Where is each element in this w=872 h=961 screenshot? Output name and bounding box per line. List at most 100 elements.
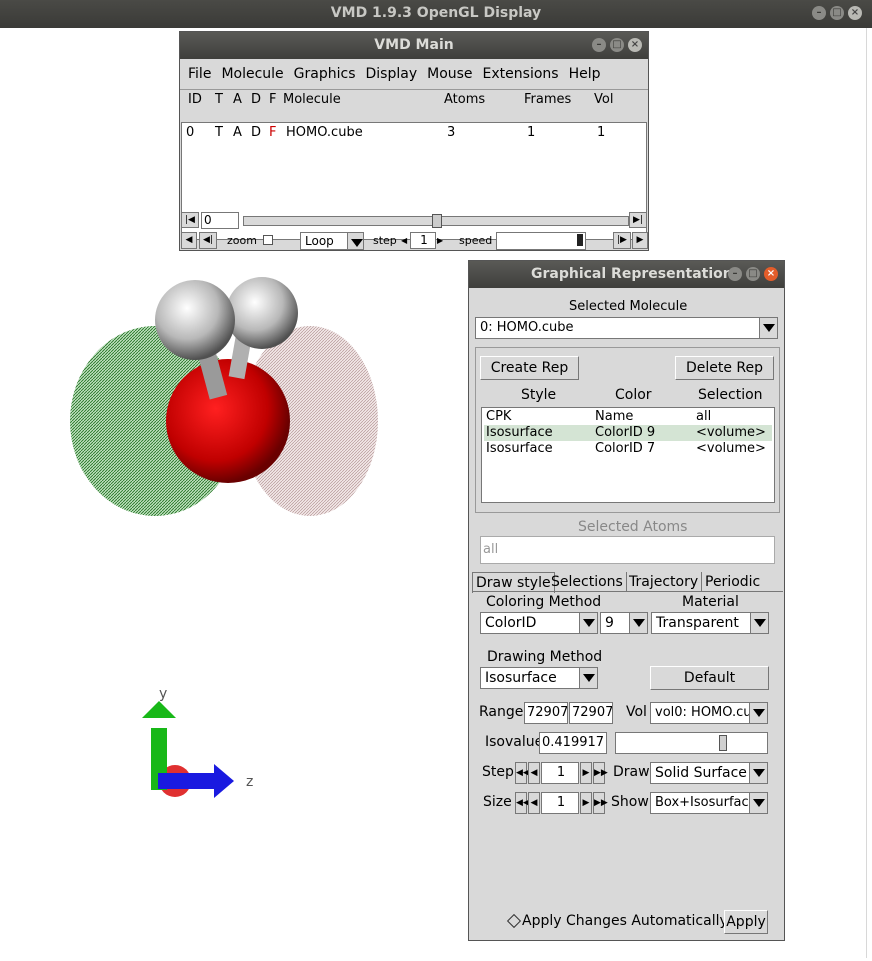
mol-top[interactable]: T bbox=[215, 125, 223, 140]
rep-style: Isosurface bbox=[486, 441, 553, 456]
tab-trajectory[interactable]: Trajectory bbox=[626, 572, 703, 592]
isovalue-input[interactable]: 0.419917 bbox=[539, 732, 607, 754]
size-forward-icon[interactable]: ▶ bbox=[580, 792, 592, 814]
show-value: Box+Isosurface bbox=[655, 795, 757, 810]
size-fast-forward-icon[interactable]: ▶▶ bbox=[593, 792, 608, 814]
apply-button[interactable]: Apply bbox=[724, 910, 768, 934]
rep-row-selected[interactable]: Isosurface ColorID 9 <volume> bbox=[484, 425, 772, 441]
step-fast-back-icon[interactable]: ◀◀ bbox=[515, 762, 530, 784]
step-forward-icon[interactable]: ▶ bbox=[580, 762, 592, 784]
main-titlebar[interactable]: VMD Main – □ × bbox=[180, 32, 648, 59]
color-id-dropdown[interactable]: 9 bbox=[600, 612, 648, 634]
maximize-icon[interactable]: □ bbox=[830, 6, 844, 20]
delete-rep-button[interactable]: Delete Rep bbox=[675, 356, 774, 380]
play-reverse-icon[interactable]: ◀| bbox=[199, 232, 217, 249]
coloring-method-dropdown[interactable]: ColorID bbox=[480, 612, 598, 634]
col-id[interactable]: ID bbox=[188, 92, 202, 107]
vol-label: Vol bbox=[626, 704, 647, 720]
minimize-icon[interactable]: – bbox=[812, 6, 826, 20]
goto-start-icon[interactable]: |◀ bbox=[181, 212, 199, 228]
vol-dropdown[interactable]: vol0: HOMO.cu bbox=[650, 702, 768, 724]
step-back-icon[interactable]: ◀ bbox=[181, 232, 197, 249]
rep-list[interactable]: CPK Name all Isosurface ColorID 9 <volum… bbox=[481, 407, 775, 503]
menu-graphics[interactable]: Graphics bbox=[294, 66, 356, 82]
step-fast-forward-icon[interactable]: ▶▶ bbox=[593, 762, 608, 784]
col-d[interactable]: D bbox=[251, 92, 261, 107]
range-min-input[interactable]: 72907 bbox=[524, 702, 568, 724]
isovalue-slider[interactable] bbox=[615, 732, 768, 754]
menu-help[interactable]: Help bbox=[569, 66, 601, 82]
table-row[interactable]: 0 T A D F HOMO.cube 3 1 1 bbox=[182, 123, 646, 141]
menu-extensions[interactable]: Extensions bbox=[483, 66, 559, 82]
default-button[interactable]: Default bbox=[650, 666, 769, 690]
col-vol[interactable]: Vol bbox=[594, 92, 613, 107]
create-rep-button[interactable]: Create Rep bbox=[480, 356, 579, 380]
rep-title: Graphical Representations bbox=[531, 266, 742, 282]
step-decrement-icon[interactable]: ◀ bbox=[401, 232, 409, 249]
step-input[interactable]: 1 bbox=[541, 762, 579, 784]
size-back-icon[interactable]: ◀ bbox=[528, 792, 540, 814]
menu-molecule[interactable]: Molecule bbox=[221, 66, 283, 82]
coloring-method-value: ColorID bbox=[485, 615, 537, 631]
step-input[interactable]: 1 bbox=[410, 232, 436, 249]
step-label: Step bbox=[482, 764, 514, 780]
zoom-checkbox[interactable] bbox=[263, 235, 273, 245]
step-forward-icon[interactable]: ▶ bbox=[632, 232, 648, 249]
col-f[interactable]: F bbox=[269, 92, 276, 107]
loop-dropdown[interactable]: Loop bbox=[300, 232, 364, 250]
mol-fixed[interactable]: F bbox=[269, 125, 276, 140]
apply-auto-label[interactable]: Apply Changes Automatically bbox=[522, 913, 728, 929]
size-input[interactable]: 1 bbox=[541, 792, 579, 814]
size-fast-back-icon[interactable]: ◀◀ bbox=[515, 792, 530, 814]
drawing-method-dropdown[interactable]: Isosurface bbox=[480, 667, 598, 689]
selected-molecule-dropdown[interactable]: 0: HOMO.cube bbox=[475, 317, 778, 339]
col-molecule[interactable]: Molecule bbox=[283, 92, 341, 107]
step-back-icon[interactable]: ◀ bbox=[528, 762, 540, 784]
main-title: VMD Main bbox=[374, 37, 454, 53]
step-increment-icon[interactable]: ▶ bbox=[437, 232, 445, 249]
col-frames[interactable]: Frames bbox=[524, 92, 571, 107]
goto-end-icon[interactable]: ▶| bbox=[629, 212, 647, 228]
mol-id: 0 bbox=[186, 125, 195, 140]
col-t[interactable]: T bbox=[215, 92, 223, 107]
vol-value: vol0: HOMO.cu bbox=[655, 705, 752, 720]
mol-active[interactable]: A bbox=[233, 125, 242, 140]
apply-auto-radio[interactable] bbox=[506, 913, 522, 929]
mol-atoms: 3 bbox=[447, 125, 456, 140]
mol-drawn[interactable]: D bbox=[251, 125, 261, 140]
frame-slider[interactable] bbox=[243, 214, 629, 228]
close-icon[interactable]: × bbox=[764, 267, 778, 281]
selected-atoms-input[interactable]: all bbox=[480, 536, 775, 564]
isovalue-slider-handle[interactable] bbox=[719, 735, 727, 751]
material-dropdown[interactable]: Transparent bbox=[651, 612, 769, 634]
gl-window-titlebar[interactable]: VMD 1.9.3 OpenGL Display – □ × bbox=[0, 0, 872, 28]
frame-slider-handle[interactable] bbox=[432, 214, 442, 228]
show-dropdown[interactable]: Box+Isosurface bbox=[650, 792, 768, 814]
col-atoms[interactable]: Atoms bbox=[444, 92, 485, 107]
rep-row[interactable]: CPK Name all bbox=[484, 409, 772, 425]
menu-file[interactable]: File bbox=[188, 66, 211, 82]
maximize-icon[interactable]: □ bbox=[610, 38, 624, 52]
draw-dropdown[interactable]: Solid Surface bbox=[650, 762, 768, 784]
menu-display[interactable]: Display bbox=[366, 66, 418, 82]
tab-selections[interactable]: Selections bbox=[548, 572, 627, 592]
zoom-label: zoom bbox=[227, 234, 257, 247]
minimize-icon[interactable]: – bbox=[728, 267, 742, 281]
tab-draw-style[interactable]: Draw style bbox=[472, 572, 555, 593]
close-icon[interactable]: × bbox=[628, 38, 642, 52]
tab-periodic[interactable]: Periodic bbox=[702, 572, 763, 592]
rep-titlebar[interactable]: Graphical Representations – □ × bbox=[469, 261, 784, 288]
chevron-down-icon bbox=[629, 613, 647, 633]
speed-slider[interactable] bbox=[496, 232, 586, 250]
maximize-icon[interactable]: □ bbox=[746, 267, 760, 281]
col-a[interactable]: A bbox=[233, 92, 242, 107]
range-max-input[interactable]: 72907 bbox=[569, 702, 613, 724]
speed-slider-handle[interactable] bbox=[577, 234, 583, 246]
menu-mouse[interactable]: Mouse bbox=[427, 66, 472, 82]
play-forward-icon[interactable]: |▶ bbox=[613, 232, 631, 249]
playback-controls: ◀ ◀| zoom Loop step ◀ 1 ▶ speed |▶ ▶ bbox=[181, 231, 648, 251]
minimize-icon[interactable]: – bbox=[592, 38, 606, 52]
close-icon[interactable]: × bbox=[848, 6, 862, 20]
rep-row[interactable]: Isosurface ColorID 7 <volume> bbox=[484, 441, 772, 457]
frame-input[interactable]: 0 bbox=[201, 212, 239, 229]
